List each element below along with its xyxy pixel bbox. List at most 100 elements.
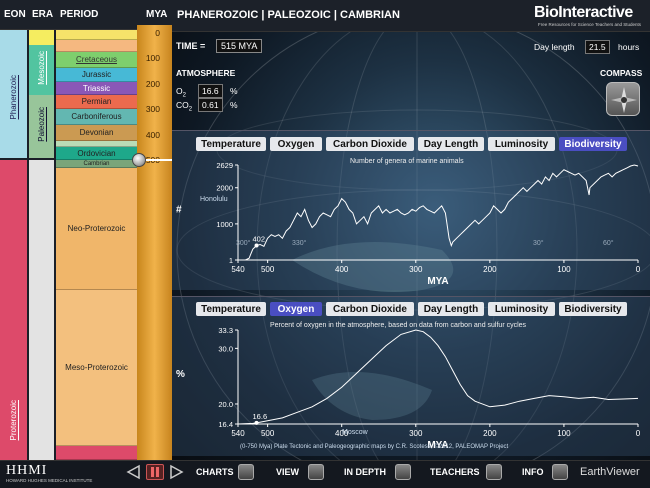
y-tick-label: 2000 [216,184,233,193]
top-tab-temperature[interactable]: Temperature [196,137,266,151]
y-tick-label: 30.0 [218,344,233,353]
x-tick-label: 0 [636,265,641,274]
period-ordovician[interactable]: Ordovician [56,147,137,160]
mya-tick-300: 300 [145,104,160,114]
charts-icon[interactable] [238,464,254,480]
play-forward-button[interactable] [170,464,184,480]
mya-header: MYA [146,9,168,20]
top-tab-day-length[interactable]: Day Length [418,137,484,151]
x-tick-label: 100 [557,265,571,274]
x-tick-label: 300 [409,429,423,438]
bottom-tab-carbon-dioxide[interactable]: Carbon Dioxide [326,302,414,316]
graduation-cap-icon[interactable] [486,464,502,480]
play-back-button[interactable] [126,464,140,480]
time-label: TIME = [176,41,206,51]
top-tab-oxygen[interactable]: Oxygen [270,137,322,151]
period-carboniferous[interactable]: Carboniferous [56,109,137,125]
charts-button[interactable]: CHARTS [196,467,234,477]
top-tab-luminosity[interactable]: Luminosity [488,137,555,151]
co2-unit: % [230,100,238,110]
pause-button[interactable] [146,464,164,480]
x-tick-label: 540 [231,265,245,274]
y-tick-label: 1 [229,256,233,265]
x-tick-label: 300 [409,265,423,274]
mya-tick-200: 200 [145,79,160,89]
bottom-tab-temperature[interactable]: Temperature [196,302,266,316]
oxygen-chart: 540 500 400 300 200 100 033.330.020.016.4MYA%1… [176,326,641,451]
download-icon[interactable] [395,464,411,480]
bottom-tab-biodiversity[interactable]: Biodiversity [559,302,627,316]
period-triassic[interactable]: Triassic [56,82,137,95]
view-button[interactable]: VIEW [276,467,299,477]
earthviewer-logo: EarthViewer [580,466,640,478]
eon-proterozoic[interactable]: Proterozoic [0,160,27,460]
y-tick-label: 33.3 [218,326,233,335]
compass-button[interactable] [606,82,640,116]
period-permian[interactable]: Permian [56,95,137,109]
era-header: ERA [32,9,54,20]
x-tick-label: 0 [636,429,641,438]
daylength-value: 21.5 [585,40,610,54]
lon-300-label: 300° [236,240,251,247]
info-icon[interactable] [552,464,568,480]
hhmi-subtitle: HOWARD HUGHES MEDICAL INSTITUTE [6,478,93,483]
era-cenozoic[interactable] [29,30,54,45]
current-value-label: 402 [253,235,266,244]
period-paleo-proterozoic[interactable] [56,446,137,460]
atmosphere-title: ATMOSPHERE [176,68,236,78]
time-slider-handle[interactable] [132,153,146,167]
lon-30-label: 30° [533,240,544,247]
layers-icon[interactable] [308,464,324,480]
mya-tick-400: 400 [145,130,160,140]
bottom-tab-oxygen[interactable]: Oxygen [270,302,322,316]
info-button[interactable]: INFO [522,467,544,477]
biointeractive-logo: BioInteractive [534,4,633,21]
era-paleozoic[interactable]: Paleozoic [29,95,54,158]
teachers-button[interactable]: TEACHERS [430,467,480,477]
period-paleogene[interactable] [56,40,137,52]
daylength-unit: hours [618,42,640,52]
rewind-icon [126,464,140,480]
period-cambrian[interactable]: Cambrian [56,160,137,168]
bottom-tab-luminosity[interactable]: Luminosity [488,302,555,316]
earthviewer-app: PHANEROZOIC | PALEOZOIC | CAMBRIAN BioIn… [0,0,650,488]
period-neogene[interactable] [56,30,137,40]
y-axis-title: # [176,205,182,216]
x-tick-label: 500 [261,429,275,438]
y-tick-label: 1000 [216,220,233,229]
biodiversity-chart: 540 500 400 300 200 100 02629200010001MYA#402 [176,161,641,287]
x-tick-label: 100 [557,429,571,438]
x-tick-label: 540 [231,429,245,438]
in-depth-button[interactable]: IN DEPTH [344,467,386,477]
top-tab-carbon-dioxide[interactable]: Carbon Dioxide [326,137,414,151]
o2-unit: % [230,86,238,96]
mya-ruler[interactable] [137,25,172,460]
mya-tick-100: 100 [145,53,160,63]
compass-label: COMPASS [600,68,643,78]
current-time-point [254,243,259,248]
period-devonian[interactable]: Devonian [56,125,137,141]
y-tick-label: 20.0 [218,400,233,409]
current-value-label: 16.6 [253,412,268,421]
play-icon [170,464,184,480]
period-cretaceous[interactable]: Cretaceous [56,52,137,68]
o2-label: O2 [176,86,186,99]
eon-header: EON [4,9,26,20]
y-tick-label: 2629 [216,161,233,170]
daylength-label: Day length [534,42,575,52]
geologic-timeline[interactable]: EON ERA PERIOD MYA Phanerozoic Proterozo… [0,0,172,460]
top-tab-biodiversity[interactable]: Biodiversity [559,137,627,151]
x-axis-title: MYA [427,276,448,287]
period-header: PERIOD [60,9,99,20]
era-mesozoic[interactable]: Mesozoic [29,45,54,95]
y-tick-label: 16.4 [218,420,233,429]
eon-phanerozoic[interactable]: Phanerozoic [0,30,27,158]
period-jurassic[interactable]: Jurassic [56,68,137,82]
period-meso-proterozoic[interactable]: Meso-Proterozoic [56,290,137,446]
data-line [237,329,639,425]
period-neo-proterozoic[interactable]: Neo-Proterozoic [56,168,137,290]
lon-330-label: 330° [292,240,307,247]
bottom-tab-day-length[interactable]: Day Length [418,302,484,316]
mya-tick-0: 0 [155,28,160,38]
lon-60-label: 60° [603,240,614,247]
